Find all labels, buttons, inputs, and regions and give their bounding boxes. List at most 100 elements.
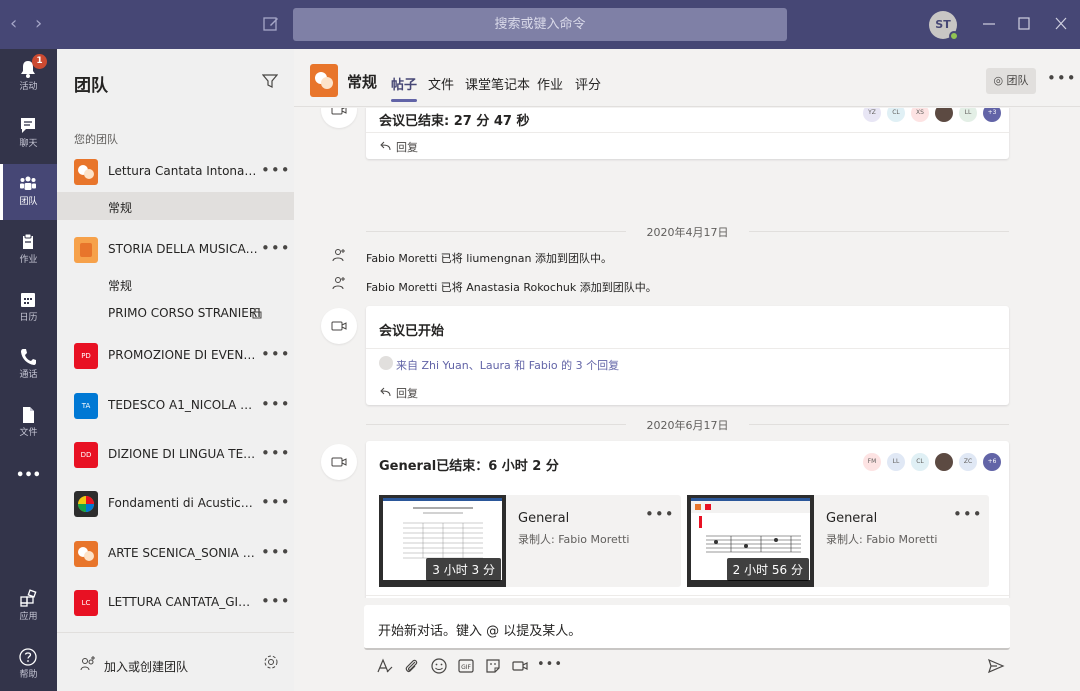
app-activity[interactable]: 1 活动 <box>0 49 57 105</box>
channel-more-options[interactable]: ••• <box>1047 69 1077 87</box>
participant-avatar[interactable]: FM <box>863 453 881 471</box>
recording-more-options[interactable]: ••• <box>953 505 983 523</box>
system-verb: 已将 <box>437 281 467 294</box>
channel-private[interactable]: PRIMO CORSO STRANIERI <box>57 299 294 327</box>
user-avatar[interactable]: ST <box>929 11 959 41</box>
reply-button[interactable]: 回复 <box>366 133 1009 159</box>
team-row[interactable]: DD DIZIONE DI LINGUA TED... ••• <box>57 435 294 475</box>
card-header: 会议已开始 <box>366 306 1009 349</box>
more-options-icon[interactable]: ••• <box>537 657 563 672</box>
participant-avatar[interactable]: CL <box>911 453 929 471</box>
team-name: PROMOZIONE DI EVENTI... <box>108 348 258 362</box>
system-verb: 已将 <box>437 252 467 265</box>
participant-avatar[interactable]: LL <box>959 108 977 122</box>
channel-general[interactable]: 常规 <box>57 270 294 298</box>
team-info-button[interactable]: ◎ 团队 <box>986 68 1036 94</box>
team-more-options[interactable]: ••• <box>261 345 291 363</box>
more-participants-badge[interactable]: +3 <box>983 108 1001 122</box>
participant-avatar[interactable]: ZC <box>959 453 977 471</box>
emoji-icon[interactable] <box>430 657 448 678</box>
app-calendar[interactable]: 日历 <box>0 280 57 336</box>
chat-icon <box>21 118 35 133</box>
filter-icon[interactable] <box>261 73 279 92</box>
format-icon[interactable] <box>376 657 394 678</box>
search-input[interactable]: 搜索或键入命令 <box>293 8 787 41</box>
tab-grades[interactable]: 评分 <box>575 74 601 93</box>
app-teams[interactable]: 团队 <box>0 164 57 220</box>
date-separator: 2020年6月17日 <box>366 417 1009 432</box>
system-target: Anastasia Rokochuk <box>466 281 577 294</box>
tab-posts[interactable]: 帖子 <box>391 74 418 102</box>
team-more-options[interactable]: ••• <box>261 161 291 179</box>
title-bar: ‹ › 搜索或键入命令 ST <box>0 0 1080 49</box>
recording-more-options[interactable]: ••• <box>645 505 675 523</box>
team-logo <box>74 237 98 263</box>
team-more-options[interactable]: ••• <box>261 239 291 257</box>
recording-card[interactable]: 3 小时 3 分 General 录制人: Fabio Moretti ••• <box>379 495 681 587</box>
team-row[interactable]: PD PROMOZIONE DI EVENTI... ••• <box>57 336 294 376</box>
meeting-icon-circle <box>321 444 357 480</box>
settings-gear-icon[interactable] <box>263 654 279 673</box>
team-name: DIZIONE DI LINGUA TED... <box>108 447 258 461</box>
channel-general[interactable]: 常规 <box>57 192 294 220</box>
channel-name: 常规 <box>108 201 133 215</box>
participant-avatar[interactable] <box>935 453 953 471</box>
new-conversation-input[interactable]: 开始新对话。键入 @ 以提及某人。 <box>364 605 1010 650</box>
participant-avatar[interactable] <box>935 108 953 122</box>
files-icon <box>23 407 34 423</box>
team-more-options[interactable]: ••• <box>261 493 291 511</box>
team-more-options[interactable]: ••• <box>261 543 291 561</box>
gif-icon[interactable]: GIF <box>457 657 475 678</box>
team-more-options[interactable]: ••• <box>261 592 291 610</box>
send-icon[interactable] <box>987 657 1005 678</box>
meet-now-icon[interactable] <box>511 657 529 678</box>
maximize-icon[interactable] <box>1015 14 1033 34</box>
reply-button[interactable]: 回复 <box>366 595 1009 598</box>
app-files[interactable]: 文件 <box>0 395 57 451</box>
tab-files[interactable]: 文件 <box>428 74 454 93</box>
participant-avatar[interactable]: CL <box>887 108 905 122</box>
forward-button[interactable]: › <box>35 14 42 34</box>
more-apps-button[interactable]: ••• <box>0 454 57 494</box>
participant-avatar[interactable]: YZ <box>863 108 881 122</box>
message-feed: 会议已结束: 27 分 47 秒 YZ CL XS LL +3 回复 2020年… <box>294 108 1080 598</box>
team-more-options[interactable]: ••• <box>261 444 291 462</box>
compose-icon[interactable] <box>262 15 280 33</box>
team-row[interactable]: Fondamenti di Acustica ... ••• <box>57 484 294 524</box>
participant-avatar[interactable]: LL <box>887 453 905 471</box>
recording-title: General <box>826 511 878 526</box>
minimize-icon[interactable] <box>980 14 998 34</box>
app-assignments[interactable]: 作业 <box>0 222 57 278</box>
tab-assignments[interactable]: 作业 <box>537 74 563 93</box>
close-icon[interactable] <box>1052 14 1070 34</box>
back-button[interactable]: ‹ <box>10 14 17 34</box>
app-chat[interactable]: 聊天 <box>0 106 57 162</box>
team-name: ARTE SCENICA_SONIA G... <box>108 546 258 560</box>
recording-author: 录制人: Fabio Moretti <box>826 533 938 546</box>
team-row[interactable]: TA TEDESCO A1_NICOLA HA... ••• <box>57 386 294 426</box>
card-header: General已结束：6 小时 2 分 FM LL CL ZC +6 <box>366 441 1009 484</box>
app-store[interactable]: 应用 <box>0 579 57 635</box>
sticker-icon[interactable] <box>484 657 502 678</box>
team-logo <box>74 491 98 517</box>
team-name: STORIA DELLA MUSICA_... <box>108 242 258 256</box>
team-row[interactable]: Lettura Cantata Intonazi... ••• <box>57 152 294 192</box>
lock-icon <box>252 307 262 322</box>
app-help[interactable]: 帮助 <box>0 637 57 691</box>
meeting-ended-title: General已结束：6 小时 2 分 <box>379 459 559 474</box>
team-more-options[interactable]: ••• <box>261 395 291 413</box>
replies-summary[interactable]: 来自 Zhi Yuan、Laura 和 Fabio 的 3 个回复 <box>366 349 1009 379</box>
tab-class-notebook[interactable]: 课堂笔记本 <box>465 74 530 93</box>
team-row[interactable]: ARTE SCENICA_SONIA G... ••• <box>57 534 294 574</box>
teams-icon <box>20 176 36 190</box>
team-row[interactable]: STORIA DELLA MUSICA_... ••• <box>57 230 294 270</box>
attach-icon[interactable] <box>403 657 421 678</box>
more-participants-badge[interactable]: +6 <box>983 453 1001 471</box>
reply-button[interactable]: 回复 <box>366 379 1009 405</box>
app-calls[interactable]: 通话 <box>0 337 57 393</box>
team-row[interactable]: LC LETTURA CANTATA_GIUS... ••• <box>57 583 294 623</box>
recording-card[interactable]: 2 小时 56 分 General 录制人: Fabio Moretti ••• <box>687 495 989 587</box>
participant-avatar[interactable]: XS <box>911 108 929 122</box>
join-create-team-button[interactable]: 加入或创建团队 <box>104 658 188 675</box>
replies-link[interactable]: 来自 Zhi Yuan、Laura 和 Fabio 的 3 个回复 <box>396 357 619 373</box>
